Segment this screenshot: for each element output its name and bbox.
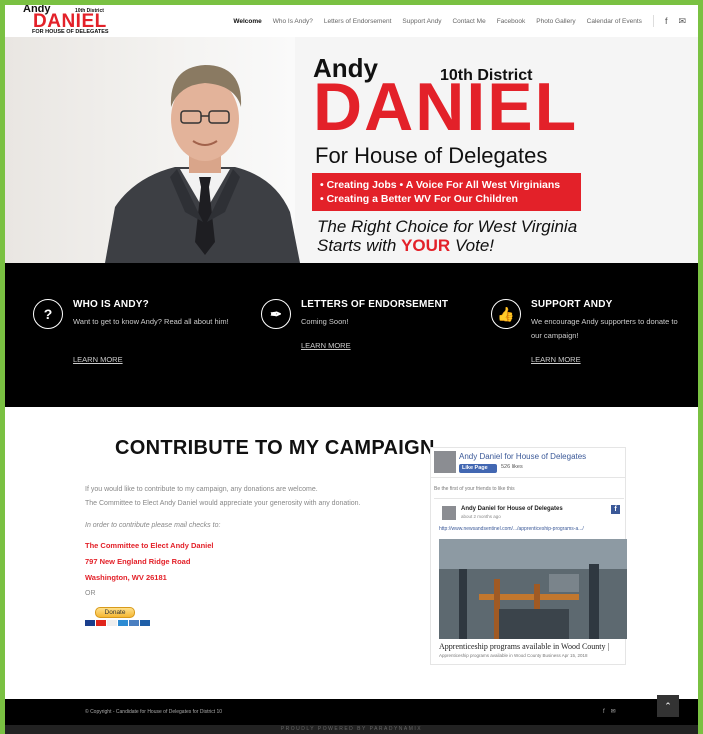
hero-house: For House of Delegates [315,143,548,168]
logo-house: FOR HOUSE OF DELEGATES [32,29,109,35]
nav-calendar-of-events[interactable]: Calendar of Events [587,18,642,25]
hero-slogan-post: Vote! [450,236,495,255]
facebook-logo-icon: f [611,505,620,514]
nav-photo-gallery[interactable]: Photo Gallery [536,18,575,25]
facebook-icon[interactable]: f [603,709,611,715]
contribute-title: CONTRIBUTE TO MY CAMPAIGN [115,437,435,459]
learn-more-link[interactable]: LEARN MORE [301,341,351,350]
fb-page-name[interactable]: Andy Daniel for House of Delegates [459,452,586,461]
hero-slogan: The Right Choice for West Virginia Start… [317,217,577,255]
main-nav: Welcome Who Is Andy? Letters of Endorsem… [233,15,686,27]
payment-cards [85,620,150,626]
fb-post-subline: Apprenticeship programs available in Woo… [439,653,588,658]
features-band: ? WHO IS ANDY? Want to get to know Andy?… [5,263,698,407]
hero-text-block: Andy 10th District DANIEL For House of D… [305,53,605,255]
fb-post-headline[interactable]: Apprenticeship programs available in Woo… [439,642,609,651]
amex-card-icon [118,620,128,626]
fb-post-author[interactable]: Andy Daniel for House of Delegates [461,506,563,512]
fb-friends-text: Be the first of your friends to like thi… [434,486,515,492]
copyright-text: © Copyright - Candidate for House of Del… [85,709,223,715]
candidate-photo [105,65,300,263]
mail-icon[interactable]: ✉ [611,709,622,715]
feature-desc: We encourage Andy supporters to donate t… [531,317,678,340]
fb-likes-count: 526 likes [501,464,523,470]
scroll-to-top-button[interactable]: ⌃ [657,695,679,717]
hero-bullets-box: • Creating Jobs • A Voice For All West V… [312,173,581,211]
footer-social: f✉ [603,708,622,715]
mail-icon[interactable]: ✉ [678,16,686,27]
visa-card-icon [85,620,95,626]
feature-desc: Coming Soon! [301,317,349,326]
contribute-paragraph: If you would like to contribute to my ca… [85,486,318,493]
fb-post-time[interactable]: about 2 months ago [461,514,501,519]
or-label: OR [85,590,96,597]
hero-daniel: DANIEL [313,69,579,145]
hero-slogan-your: YOUR [401,236,451,255]
fb-post-image[interactable] [439,539,627,639]
contribute-paragraph: The Committee to Elect Andy Daniel would… [85,500,361,507]
nav-letters-of-endorsement[interactable]: Letters of Endorsement [324,18,392,25]
fb-post: Andy Daniel for House of Delegates about… [434,498,627,664]
page-frame: Andy 10th District DANIEL FOR HOUSE OF D… [5,5,698,734]
powered-by: PROUDLY POWERED BY PARADYNAMIX [5,725,698,734]
nav-contact-me[interactable]: Contact Me [452,18,485,25]
hero-slogan-pre: Starts with [317,236,402,255]
nav-support-andy[interactable]: Support Andy [402,18,441,25]
mastercard-icon [96,620,106,626]
site-footer: © Copyright - Candidate for House of Del… [5,695,698,725]
learn-more-link[interactable]: LEARN MORE [73,355,123,364]
hero-bullet: • Creating a Better WV For Our Children [320,193,518,205]
mailing-address-line: The Committee to Elect Andy Daniel [85,541,214,550]
facebook-page-widget[interactable]: Andy Daniel for House of Delegates Like … [430,447,627,665]
feature-title: LETTERS OF ENDORSEMENT [301,299,449,310]
site-header: Andy 10th District DANIEL FOR HOUSE OF D… [5,5,698,37]
learn-more-link[interactable]: LEARN MORE [531,355,581,364]
feature-title: SUPPORT ANDY [531,299,613,310]
mailing-address-line: 797 New England Ridge Road [85,557,191,566]
feature-desc: Want to get to know Andy? Read all about… [73,317,229,326]
mailing-address-line: Washington, WV 26181 [85,573,167,582]
facebook-icon[interactable]: f [665,16,668,26]
hero-slogan-line1: The Right Choice for West Virginia [317,217,578,236]
card-icon [107,620,117,626]
site-logo[interactable]: Andy 10th District DANIEL FOR HOUSE OF D… [21,5,131,37]
contribute-instructions: In order to contribute please mail check… [85,522,221,529]
hero-slogan-line2: Starts with YOUR Vote! [317,236,577,255]
fb-post-link[interactable]: http://www.newsandsentinel.com/.../appre… [439,526,584,532]
question-icon: ? [33,299,63,329]
nav-welcome[interactable]: Welcome [233,18,261,25]
donate-button[interactable]: Donate [95,607,135,618]
nav-facebook[interactable]: Facebook [497,18,526,25]
fb-page-avatar[interactable] [434,451,456,473]
hero-bullet: • Creating Jobs • A Voice For All West V… [320,179,561,191]
card-icon [140,620,150,626]
card-icon [129,620,139,626]
thumbs-up-icon: 👍 [491,299,521,329]
feather-icon: ✒ [261,299,291,329]
contribute-section: CONTRIBUTE TO MY CAMPAIGN If you would l… [5,407,698,699]
fb-page-header: Andy Daniel for House of Delegates Like … [431,448,625,478]
nav-who-is-andy[interactable]: Who Is Andy? [273,18,313,25]
nav-divider [652,15,654,27]
fb-like-page-button[interactable]: Like Page [459,464,497,473]
fb-post-avatar [442,506,456,520]
hero-banner: Andy 10th District DANIEL For House of D… [5,37,698,263]
feature-title: WHO IS ANDY? [73,299,149,310]
